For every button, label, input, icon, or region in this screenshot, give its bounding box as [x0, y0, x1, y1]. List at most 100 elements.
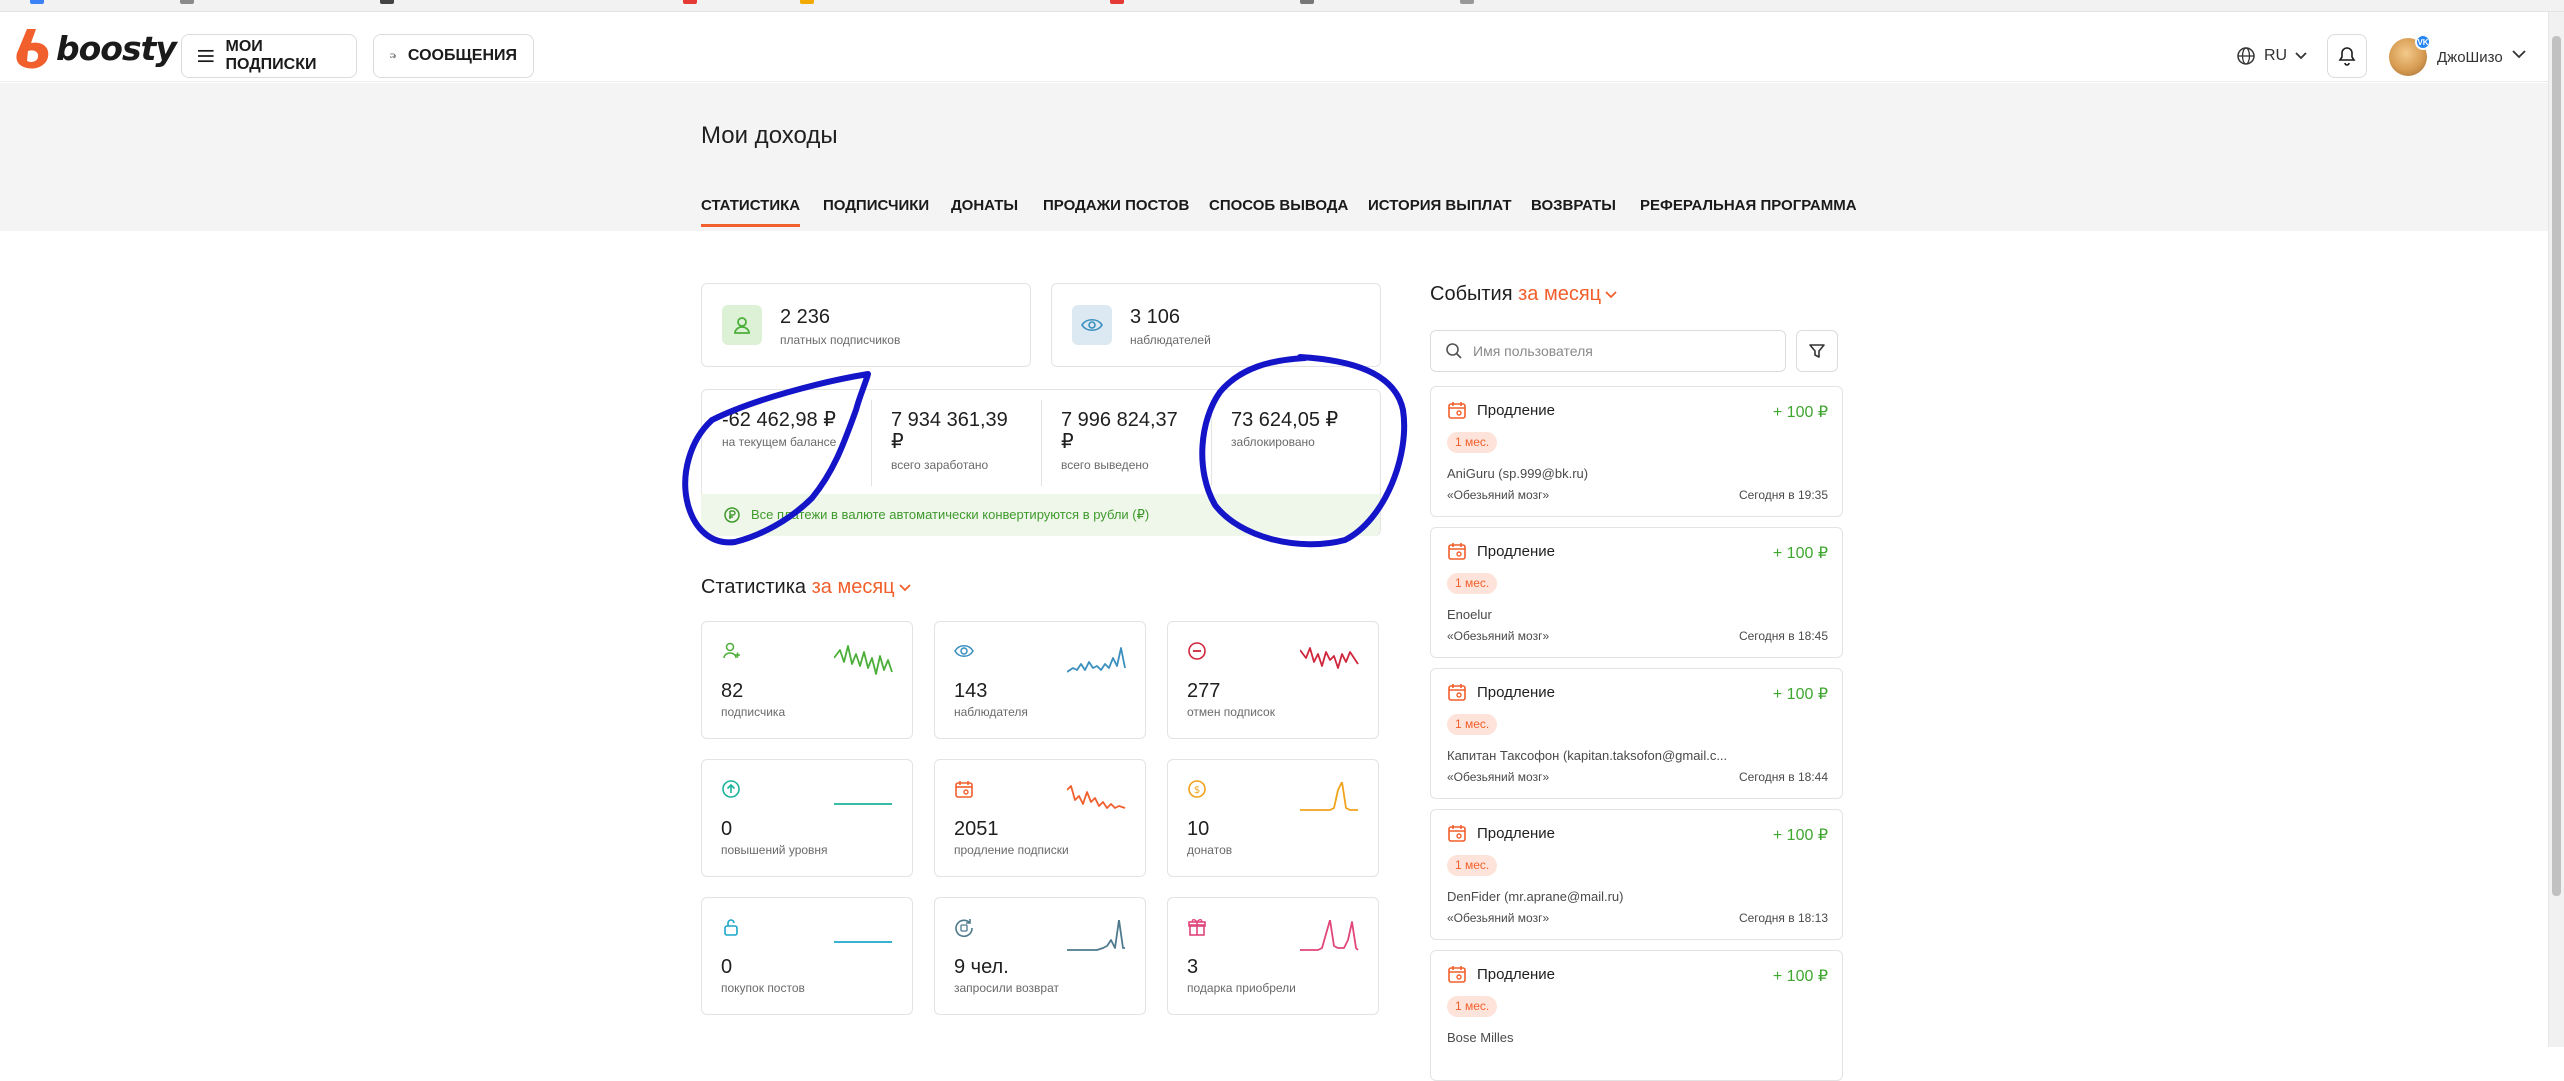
stat-sparkline: [1300, 782, 1358, 811]
lock-icon: [724, 919, 738, 936]
chevron-down-icon: [1605, 291, 1617, 298]
filter-icon: [1809, 344, 1825, 358]
paid-subscribers-count: 2 236: [780, 306, 831, 328]
search-icon: [1446, 343, 1462, 359]
stat-label: подписчика: [721, 705, 786, 719]
tab-subscribers[interactable]: ПОДПИСЧИКИ: [823, 197, 929, 214]
event-item[interactable]: Продление + 100 ₽ 1 мес. AniGuru (sp.999@bk…: [1430, 386, 1843, 517]
event-subscription: «Обезьяний мозг»: [1447, 488, 1550, 502]
blocked-label: заблокировано: [1231, 435, 1315, 449]
my-subscriptions-button[interactable]: МОИ ПОДПИСКИ: [181, 34, 357, 78]
event-amount: + 100 ₽: [1772, 968, 1828, 985]
event-amount: + 100 ₽: [1772, 404, 1828, 421]
event-time: Сегодня в 18:45: [1738, 629, 1828, 643]
username[interactable]: ДжоШизо: [2437, 49, 2503, 66]
event-user[interactable]: AniGuru (sp.999@bk.ru): [1447, 466, 1588, 481]
event-type: Продление: [1477, 684, 1555, 701]
event-item[interactable]: Продление + 100 ₽ 1 мес. DenFider (mr.apran…: [1430, 809, 1843, 940]
total-earned-value: 7 934 361,39: [891, 409, 1008, 431]
stat-sparkline: [1300, 647, 1359, 669]
event-user[interactable]: Капитан Таксофон (kapitan.taksofon@gmail…: [1447, 748, 1727, 763]
page-scrollbar[interactable]: [2548, 12, 2564, 1047]
followers-label: наблюдателей: [1130, 333, 1211, 347]
messages-button[interactable]: СООБЩЕНИЯ: [373, 34, 534, 78]
event-type: Продление: [1477, 825, 1555, 842]
user-plus-icon: [723, 642, 740, 659]
paid-subscribers-label: платных подписчиков: [780, 333, 901, 347]
scrollbar-thumb[interactable]: [2552, 36, 2561, 896]
search-placeholder: Имя пользователя: [1473, 343, 1593, 359]
tab-donations[interactable]: ДОНАТЫ: [951, 197, 1018, 214]
event-user[interactable]: Enoelur: [1447, 607, 1492, 622]
tab-payout-method[interactable]: СПОСОБ ВЫВОДА: [1209, 197, 1348, 214]
user-icon: [722, 305, 762, 345]
event-duration-badge: 1 мес.: [1447, 714, 1498, 735]
filter-button[interactable]: [1796, 330, 1838, 372]
total-withdrawn-currency: ₽: [1061, 431, 1074, 453]
currency-exchange-icon: [724, 507, 740, 523]
event-user[interactable]: Bose Milles: [1447, 1030, 1513, 1045]
calendar-icon: [1448, 543, 1466, 560]
top-header: boosty МОИ ПОДПИСКИ СООБЩЕНИЯ RU VK ДжоШ…: [0, 12, 2548, 82]
followers-card: 3 106 наблюдателей: [1051, 283, 1381, 367]
stat-card: 9 чел. запросили возврат: [934, 897, 1146, 1015]
event-item[interactable]: Продление + 100 ₽ 1 мес. Enoelur «Обезьяний …: [1430, 527, 1843, 658]
event-type: Продление: [1477, 543, 1555, 560]
stat-card: 277 отмен подписок: [1167, 621, 1379, 739]
total-withdrawn-value: 7 996 824,37: [1061, 409, 1178, 431]
arrow-up-circle-icon: [722, 780, 740, 798]
page-title: Мои доходы: [701, 122, 838, 149]
stat-sparkline: [1067, 785, 1126, 809]
tab-statistics[interactable]: СТАТИСТИКА: [701, 197, 801, 227]
event-type: Продление: [1477, 966, 1555, 983]
notifications-button[interactable]: [2327, 34, 2367, 78]
eye-icon: [1072, 305, 1112, 345]
vk-badge-icon: VK: [2415, 34, 2431, 50]
stat-value: 3: [1187, 956, 1199, 978]
svg-text:$: $: [1194, 785, 1200, 796]
event-subscription: «Обезьяний мозг»: [1447, 770, 1550, 784]
total-withdrawn-label: всего выведено: [1061, 458, 1149, 472]
tab-payout-history[interactable]: ИСТОРИЯ ВЫПЛАТ: [1368, 197, 1512, 214]
tab-post-sales[interactable]: ПРОДАЖИ ПОСТОВ: [1043, 197, 1189, 214]
chevron-down-icon: [2295, 52, 2307, 60]
event-amount: + 100 ₽: [1772, 827, 1828, 844]
stat-sparkline: [834, 645, 893, 675]
stat-sparkline: [1300, 920, 1359, 951]
event-amount: + 100 ₽: [1772, 545, 1828, 562]
user-search-input[interactable]: Имя пользователя: [1430, 330, 1786, 372]
tab-referral-program[interactable]: РЕФЕРАЛЬНАЯ ПРОГРАММА: [1640, 197, 1857, 214]
boosty-logo-text: boosty: [56, 28, 177, 68]
stat-sparkline: [834, 803, 892, 805]
stat-card: 3 подарка приобрели: [1167, 897, 1379, 1015]
stat-sparkline: [834, 941, 892, 943]
statistics-period-label: за месяц: [811, 576, 895, 598]
stat-card: $10 донатов: [1167, 759, 1379, 877]
event-user[interactable]: DenFider (mr.aprane@mail.ru): [1447, 889, 1623, 904]
user-menu-chevron-icon[interactable]: [2512, 50, 2526, 59]
event-item[interactable]: Продление + 100 ₽ 1 мес. Bose Milles: [1430, 950, 1843, 1081]
stat-label: запросили возврат: [954, 981, 1059, 995]
my-subscriptions-label: МОИ ПОДПИСКИ: [225, 38, 317, 73]
stat-label: наблюдателя: [954, 705, 1028, 719]
event-subscription: «Обезьяний мозг»: [1447, 629, 1550, 643]
event-subscription: «Обезьяний мозг»: [1447, 911, 1550, 925]
calendar-icon: [955, 781, 973, 798]
browser-bookmark-strip: [0, 0, 2564, 12]
total-earned-label: всего заработано: [891, 458, 989, 472]
menu-icon: [198, 49, 214, 63]
gift-icon: [1188, 919, 1206, 936]
statistics-period-dropdown[interactable]: за месяц: [812, 576, 911, 598]
bell-icon: [2338, 47, 2356, 66]
stat-value: 9 чел.: [954, 956, 1009, 978]
boosty-logo[interactable]: boosty: [14, 26, 177, 70]
stat-value: 2051: [954, 818, 999, 840]
user-avatar[interactable]: VK: [2389, 34, 2431, 76]
stat-value: 10: [1187, 818, 1210, 840]
stat-card: 82 подписчика: [701, 621, 913, 739]
event-item[interactable]: Продление + 100 ₽ 1 мес. Капитан Таксофон (…: [1430, 668, 1843, 799]
tab-refunds[interactable]: ВОЗВРАТЫ: [1531, 197, 1616, 214]
events-period-dropdown[interactable]: за месяц: [1518, 283, 1617, 305]
language-selector[interactable]: RU: [2236, 46, 2307, 66]
currency-conversion-note: Все платежи в валюте автоматически конве…: [701, 494, 1380, 536]
